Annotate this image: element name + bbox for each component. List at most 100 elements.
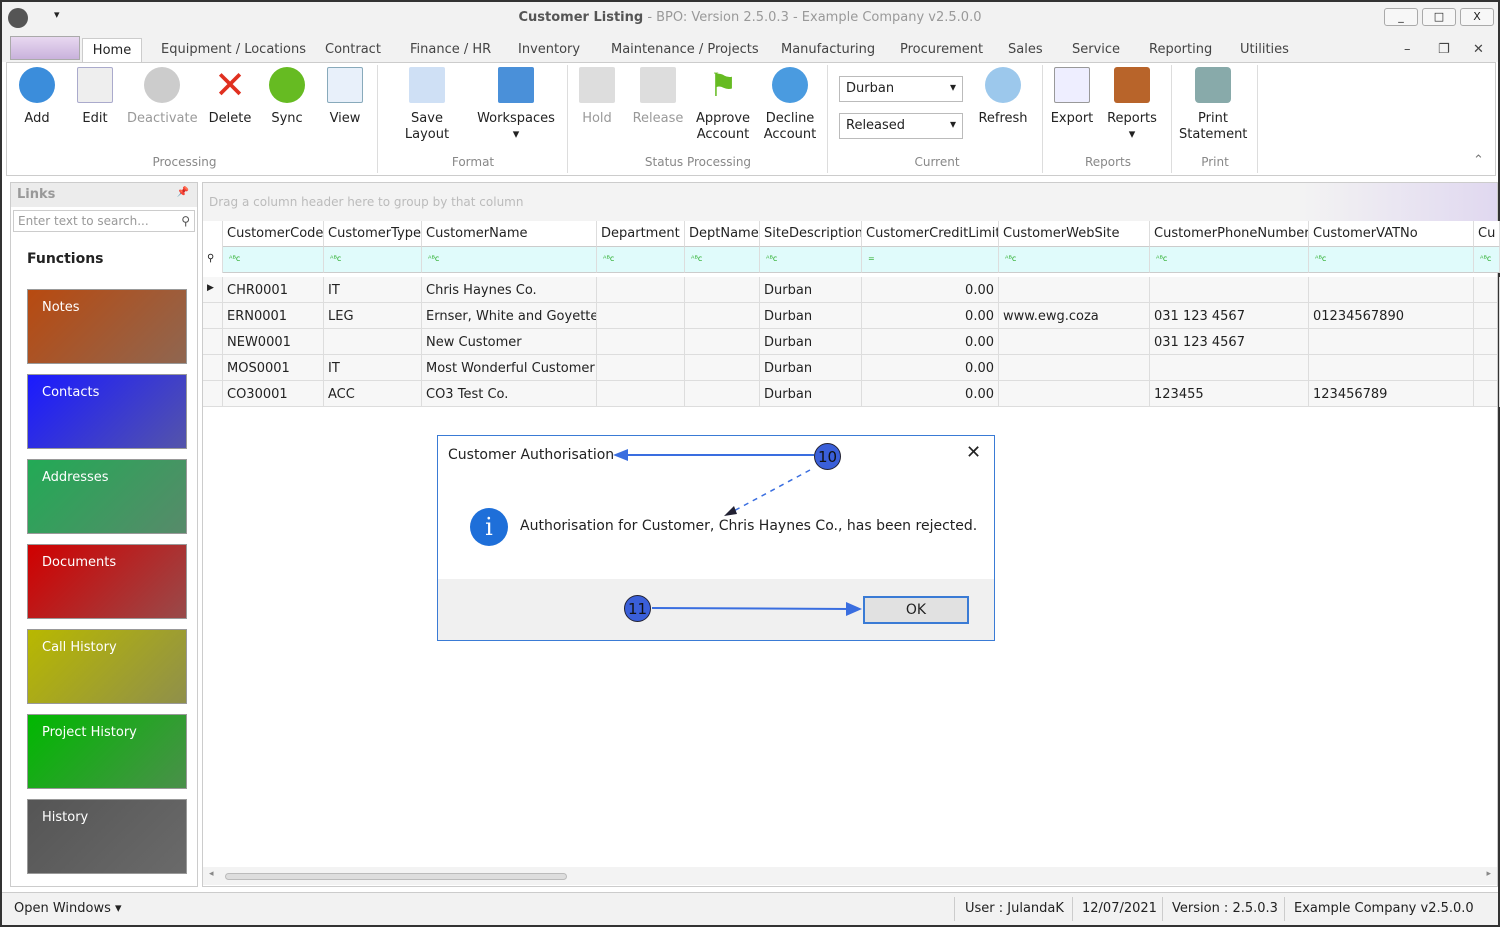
collapse-ribbon-icon[interactable]: ⌃ [1473, 153, 1484, 168]
workspaces-button[interactable]: Workspaces ▾ [477, 67, 555, 143]
save-layout-button[interactable]: Save Layout [387, 67, 467, 143]
column-header-customercreditlimit[interactable]: CustomerCreditLimit [862, 221, 999, 247]
cell-customerphonenumber: 031 123 4567 [1150, 303, 1309, 329]
links-search-input[interactable]: Enter text to search... ⚲ [13, 210, 195, 232]
table-row[interactable]: ▶ CHR0001 IT Chris Haynes Co. Durban 0.00 [203, 277, 1500, 303]
cell-customervatno [1309, 277, 1474, 303]
filter-cell[interactable]: ᴬᴮc [422, 247, 597, 273]
status-user: User : JulandaK [965, 901, 1064, 916]
filter-cell[interactable]: ᴬᴮc [597, 247, 685, 273]
functions-heading: Functions [27, 251, 104, 267]
tab-utilities[interactable]: Utilities [1240, 42, 1289, 57]
filter-cell[interactable]: ᴬᴮc [1474, 247, 1500, 273]
link-tile-history[interactable]: History [27, 799, 187, 874]
release-button[interactable]: Release [631, 67, 685, 127]
filter-cell[interactable]: ᴬᴮc [324, 247, 422, 273]
filter-cell[interactable]: ᴬᴮc [999, 247, 1150, 273]
reports-group-label: Reports [1084, 155, 1132, 169]
column-header-customercode[interactable]: CustomerCode [223, 221, 324, 247]
column-header-customervatno[interactable]: CustomerVATNo [1309, 221, 1474, 247]
search-icon[interactable]: ⚲ [181, 214, 190, 228]
filter-cell[interactable]: ᴬᴮc [223, 247, 324, 273]
column-header-customerwebsite[interactable]: CustomerWebSite [999, 221, 1150, 247]
status-company: Example Company v2.5.0.0 [1294, 901, 1474, 916]
arrow-to-ok [651, 607, 851, 610]
link-tile-contacts[interactable]: Contacts [27, 374, 187, 449]
tab-maintenance-projects[interactable]: Maintenance / Projects [611, 42, 759, 57]
column-header-cu[interactable]: Cu [1474, 221, 1500, 247]
refresh-button[interactable]: Refresh [975, 67, 1031, 127]
column-header-customername[interactable]: CustomerName [422, 221, 597, 247]
add-button[interactable]: Add [17, 67, 57, 127]
decline-icon [772, 67, 808, 103]
tab-contract[interactable]: Contract [325, 42, 381, 57]
cell-customername: New Customer [422, 329, 597, 355]
column-header-customerphonenumber[interactable]: CustomerPhoneNumber [1150, 221, 1309, 247]
delete-button[interactable]: ✕ Delete [207, 66, 253, 127]
table-row[interactable]: ERN0001 LEG Ernser, White and Goyette Durba… [203, 303, 1500, 329]
tab-inventory[interactable]: Inventory [518, 42, 580, 57]
tab-equipment-locations[interactable]: Equipment / Locations [161, 42, 306, 57]
table-row[interactable]: CO30001 ACC CO3 Test Co. Durban 0.00 123455 12… [203, 381, 1500, 407]
link-tile-notes[interactable]: Notes [27, 289, 187, 364]
filter-cell[interactable]: ᴬᴮc [760, 247, 862, 273]
tab-finance-hr[interactable]: Finance / HR [410, 42, 491, 57]
link-tile-project-history[interactable]: Project History [27, 714, 187, 789]
tab-manufacturing[interactable]: Manufacturing [781, 42, 875, 57]
mdi-restore-button[interactable]: ❐ [1438, 42, 1450, 57]
hold-button[interactable]: Hold [577, 67, 617, 127]
row-indicator [203, 303, 223, 329]
status-date: 12/07/2021 [1082, 901, 1157, 916]
close-button[interactable]: X [1460, 8, 1494, 26]
link-tile-call-history[interactable]: Call History [27, 629, 187, 704]
filter-cell[interactable]: ᴬᴮc [1150, 247, 1309, 273]
deactivate-button[interactable]: Deactivate [127, 67, 198, 127]
mdi-close-button[interactable]: ✕ [1473, 42, 1484, 57]
cell-sitedescription: Durban [760, 329, 862, 355]
filter-cell[interactable]: ᴬᴮc [685, 247, 760, 273]
links-header: Links 📌 [11, 183, 197, 207]
scrollbar-thumb[interactable] [225, 873, 567, 880]
filter-cell[interactable]: = [862, 247, 999, 273]
site-dropdown[interactable]: Durban [839, 76, 963, 102]
print-statement-button[interactable]: Print Statement [1179, 67, 1247, 143]
cell-deptname [685, 381, 760, 407]
export-button[interactable]: Export [1049, 67, 1095, 127]
application-menu-button[interactable] [10, 36, 80, 60]
tab-reporting[interactable]: Reporting [1149, 42, 1212, 57]
tab-sales[interactable]: Sales [1008, 42, 1043, 57]
status-dropdown[interactable]: Released [839, 113, 963, 139]
link-tile-documents[interactable]: Documents [27, 544, 187, 619]
tab-service[interactable]: Service [1072, 42, 1120, 57]
reports-button[interactable]: Reports ▾ [1105, 67, 1159, 143]
column-header-department[interactable]: Department [597, 221, 685, 247]
link-tile-addresses[interactable]: Addresses [27, 459, 187, 534]
cell-customertype: IT [324, 277, 422, 303]
mdi-minimize-button[interactable]: – [1404, 42, 1411, 57]
column-header-deptname[interactable]: DeptName [685, 221, 760, 247]
tab-home[interactable]: Home [82, 38, 142, 63]
step-badge-10: 10 [814, 443, 841, 470]
processing-group-label: Processing [152, 155, 217, 169]
pin-icon[interactable]: 📌 [177, 187, 189, 198]
minimize-button[interactable]: _ [1384, 8, 1418, 26]
horizontal-scrollbar[interactable]: ◂ ▸ [203, 867, 1497, 885]
view-button[interactable]: View [325, 67, 365, 127]
approve-account-button[interactable]: ⚑ Approve Account [693, 67, 753, 143]
printer-icon [1195, 67, 1231, 103]
table-row[interactable]: MOS0001 IT Most Wonderful Customer Durban 0.… [203, 355, 1500, 381]
cell-customerwebsite: www.ewg.coza [999, 303, 1150, 329]
open-windows-button[interactable]: Open Windows ▾ [14, 901, 122, 916]
cell-cu [1474, 355, 1500, 381]
tab-procurement[interactable]: Procurement [900, 42, 983, 57]
decline-account-button[interactable]: Decline Account [759, 67, 821, 143]
table-row[interactable]: NEW0001 New Customer Durban 0.00 031 123 456… [203, 329, 1500, 355]
column-header-sitedescription[interactable]: SiteDescription [760, 221, 862, 247]
sync-button[interactable]: Sync [267, 67, 307, 127]
maximize-button[interactable]: □ [1422, 8, 1456, 26]
cell-customercode: ERN0001 [223, 303, 324, 329]
column-header-customertype[interactable]: CustomerType [324, 221, 422, 247]
edit-button[interactable]: Edit [75, 67, 115, 127]
filter-cell[interactable]: ᴬᴮc [1309, 247, 1474, 273]
current-group-label: Current [914, 155, 960, 169]
